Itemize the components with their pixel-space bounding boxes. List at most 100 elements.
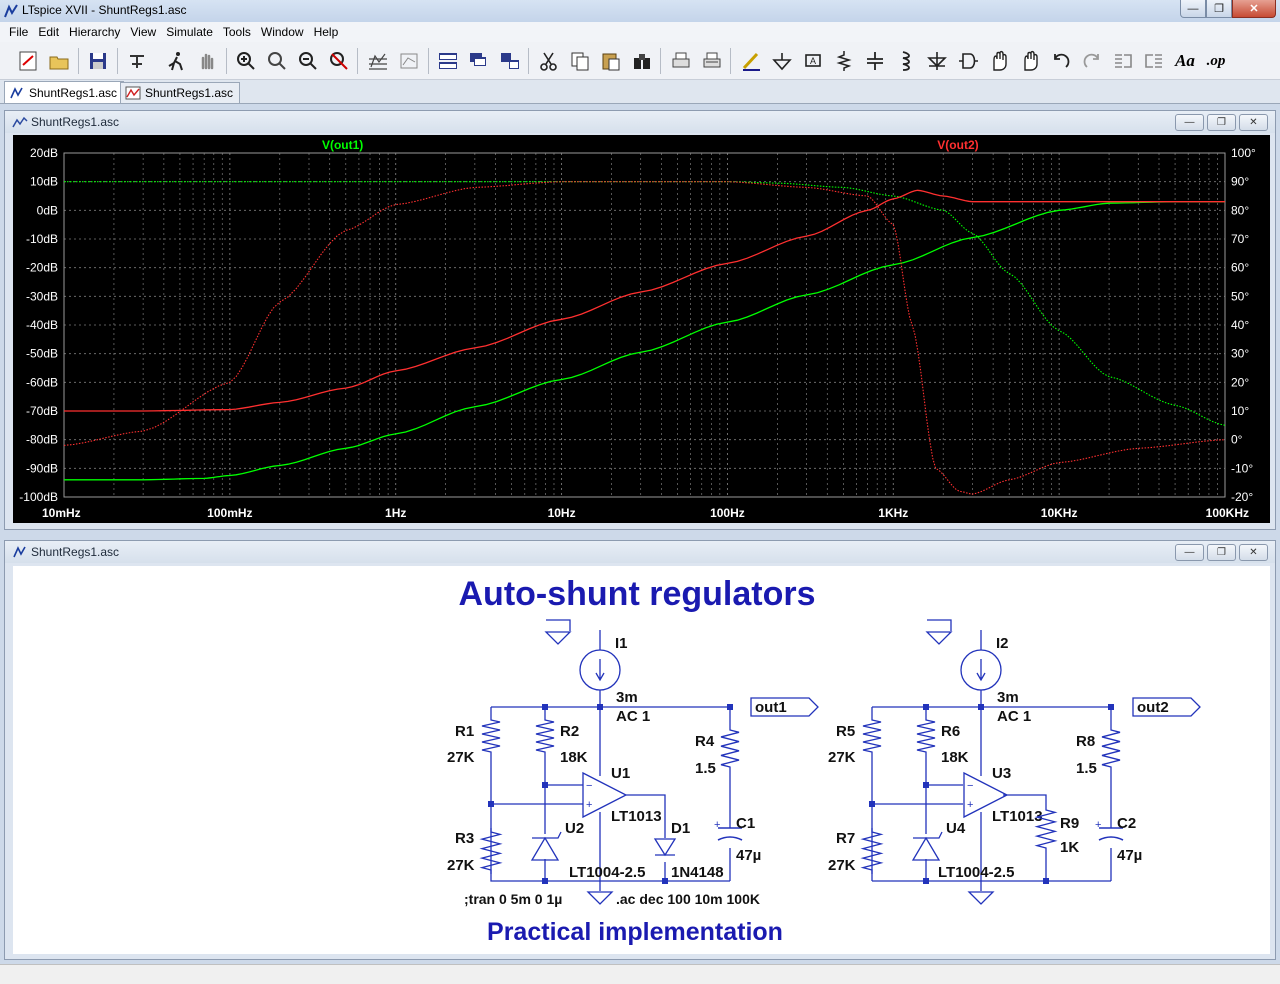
cut-button[interactable]: [536, 48, 562, 74]
mirror-button[interactable]: [1141, 48, 1167, 74]
spice-directive-button[interactable]: .op: [1203, 48, 1229, 74]
view-fit-button[interactable]: [396, 48, 422, 74]
diode-d1[interactable]: [653, 838, 677, 857]
menu-hierarchy[interactable]: Hierarchy: [64, 25, 125, 39]
zener-u2[interactable]: [530, 831, 562, 861]
capacitor-button[interactable]: [862, 48, 888, 74]
u2-label: U2: [565, 820, 584, 837]
new-schematic-icon: [19, 51, 37, 71]
trace-label[interactable]: V(out1): [322, 138, 363, 152]
cascade-button[interactable]: [466, 48, 492, 74]
save-button[interactable]: [85, 48, 111, 74]
minimize-button[interactable]: —: [1180, 0, 1206, 18]
tile-horizontal-button[interactable]: [435, 48, 461, 74]
menu-help[interactable]: Help: [309, 25, 344, 39]
menu-file[interactable]: File: [4, 25, 33, 39]
tab-label: ShuntRegs1.asc: [29, 85, 118, 100]
menu-view[interactable]: View: [125, 25, 161, 39]
paste-icon: [602, 53, 620, 71]
zener-u4[interactable]: [911, 831, 943, 861]
resistor-r6[interactable]: [916, 716, 936, 756]
menu-edit[interactable]: Edit: [33, 25, 64, 39]
trace-label[interactable]: V(out2): [937, 138, 978, 152]
x-tick-label: 10KHz: [1041, 506, 1078, 520]
resistor-r1[interactable]: [481, 716, 501, 756]
zoom-out-button[interactable]: [295, 48, 321, 74]
y-right-tick-label: 60°: [1231, 261, 1249, 275]
resistor-r4[interactable]: [720, 726, 740, 771]
net-label-out1[interactable]: out1: [750, 697, 819, 717]
tile-vertical-button[interactable]: [497, 48, 523, 74]
close-button[interactable]: ✕: [1232, 0, 1276, 18]
schematic-restore-button[interactable]: ❐: [1207, 544, 1236, 561]
halt-button[interactable]: [194, 48, 220, 74]
resistor-button[interactable]: [831, 48, 857, 74]
r5-value: 27K: [828, 749, 856, 766]
component-button[interactable]: [955, 48, 981, 74]
tran-directive: ;tran 0 5m 0 1µ: [464, 891, 562, 907]
capacitor-icon: [867, 52, 883, 70]
text-button[interactable]: Aa: [1172, 48, 1198, 74]
tab-schematic[interactable]: ShuntRegs1.asc: [4, 81, 125, 103]
resistor-r8[interactable]: [1101, 726, 1121, 771]
copy-button[interactable]: [567, 48, 593, 74]
run-button[interactable]: [163, 48, 189, 74]
print-preview-button[interactable]: [699, 48, 725, 74]
zoom-cancel-button[interactable]: [326, 48, 352, 74]
redo-button[interactable]: [1079, 48, 1105, 74]
drag-button[interactable]: [1017, 48, 1043, 74]
waveform-minimize-button[interactable]: —: [1175, 114, 1204, 131]
opamp-minus-icon: −: [586, 780, 592, 792]
mirror-icon: [1145, 54, 1162, 68]
new-schematic-button[interactable]: [15, 48, 41, 74]
label-net-button[interactable]: A: [800, 48, 826, 74]
spice-directive-icon: .op: [1206, 52, 1226, 69]
bode-plot-svg: 20dB 10dB 0dB -10dB -20dB -30dB -40dB -50dB -60d…: [19, 138, 1256, 520]
maximize-button[interactable]: ❐: [1206, 0, 1232, 18]
current-source-i2[interactable]: [960, 630, 1002, 691]
trace-vout2-magnitude[interactable]: [64, 189, 1225, 412]
zoom-box-button[interactable]: [264, 48, 290, 74]
y-left-tick-label: -20dB: [26, 261, 58, 275]
resistor-body: [535, 716, 555, 756]
find-button[interactable]: [629, 48, 655, 74]
draw-wire-button[interactable]: [738, 48, 764, 74]
net-label-out2[interactable]: out2: [1132, 697, 1201, 717]
toolbar-separator: [730, 48, 731, 74]
paste-button[interactable]: [598, 48, 624, 74]
resistor-r5[interactable]: [862, 716, 882, 756]
autorange-button[interactable]: [365, 48, 391, 74]
resistor-body: [916, 716, 936, 756]
diode-button[interactable]: [924, 48, 950, 74]
current-source-i1[interactable]: [579, 630, 621, 691]
menu-simulate[interactable]: Simulate: [161, 25, 218, 39]
halt-icon: [201, 53, 214, 70]
waveform-plot[interactable]: 20dB 10dB 0dB -10dB -20dB -30dB -40dB -50dB -60d…: [13, 135, 1270, 523]
tab-waveform[interactable]: ShuntRegs1.asc: [120, 82, 241, 103]
trace-vout1-magnitude[interactable]: [64, 201, 1225, 481]
menu-window[interactable]: Window: [256, 25, 309, 39]
waveform-restore-button[interactable]: ❐: [1207, 114, 1236, 131]
schematic-canvas[interactable]: Auto-shunt regulators Practical implement…: [13, 566, 1270, 954]
resistor-r2[interactable]: [535, 716, 555, 756]
r9-label: R9: [1060, 815, 1079, 832]
schematic-minimize-button[interactable]: —: [1175, 544, 1204, 561]
menu-tools[interactable]: Tools: [218, 25, 256, 39]
zoom-in-button[interactable]: [233, 48, 259, 74]
ground-button[interactable]: [769, 48, 795, 74]
x-tick-label: 10Hz: [548, 506, 576, 520]
y-left-tick-label: -70dB: [26, 404, 58, 418]
undo-button[interactable]: [1048, 48, 1074, 74]
waveform-close-button[interactable]: ✕: [1239, 114, 1268, 131]
trace-vout2-phase[interactable]: [63, 181, 1226, 495]
inductor-button[interactable]: [893, 48, 919, 74]
schematic-close-button[interactable]: ✕: [1239, 544, 1268, 561]
junction-dot: [542, 782, 548, 788]
open-button[interactable]: [46, 48, 72, 74]
rotate-button[interactable]: [1110, 48, 1136, 74]
print-button[interactable]: [668, 48, 694, 74]
control-panel-button[interactable]: [124, 48, 150, 74]
move-button[interactable]: [986, 48, 1012, 74]
trace-vout1-phase[interactable]: [64, 181, 1226, 426]
tile-horizontal-icon: [439, 53, 457, 69]
